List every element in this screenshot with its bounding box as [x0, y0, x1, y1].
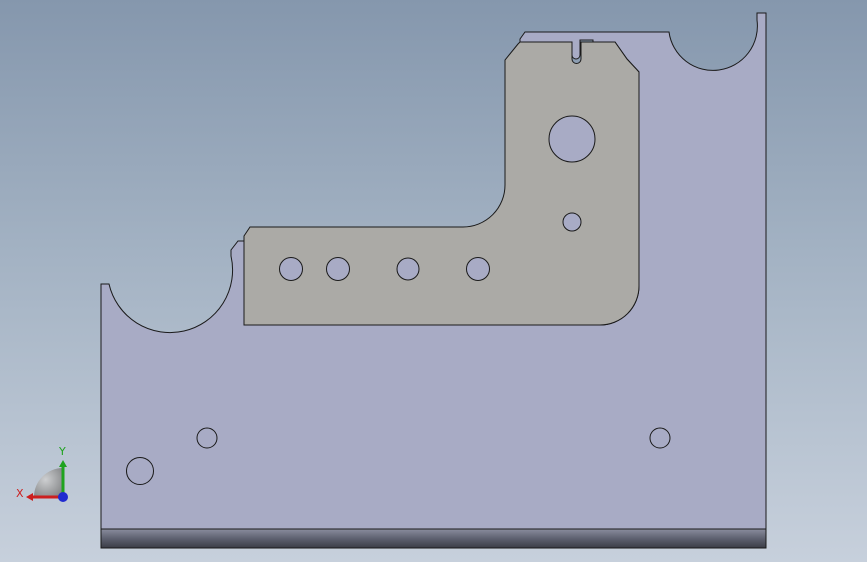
triad-x-arrow — [26, 493, 33, 501]
cad-graphics-viewport[interactable]: X Y — [0, 0, 867, 562]
triad-z-axis — [58, 492, 68, 502]
plate-hole-right-small[interactable] — [649, 427, 671, 449]
bracket-large-hole[interactable] — [548, 115, 596, 163]
bracket-hole-2[interactable] — [326, 257, 350, 281]
triad-quadrant — [34, 468, 63, 497]
triad-y-label: Y — [58, 445, 66, 458]
bracket-small-hole[interactable] — [562, 212, 582, 232]
model-view[interactable]: X Y — [0, 0, 867, 562]
bracket-hole-4[interactable] — [466, 257, 490, 281]
reference-triad: X Y — [16, 445, 68, 502]
l-bracket[interactable] — [243, 41, 640, 326]
plate-hole-left-small[interactable] — [196, 427, 218, 449]
triad-y-arrow — [59, 460, 67, 467]
triad-x-label: X — [16, 487, 24, 500]
bracket-hole-1[interactable] — [279, 257, 303, 281]
plate-hole-left-large[interactable] — [126, 457, 154, 485]
base-edge — [100, 528, 767, 549]
bracket-hole-3[interactable] — [396, 257, 420, 281]
